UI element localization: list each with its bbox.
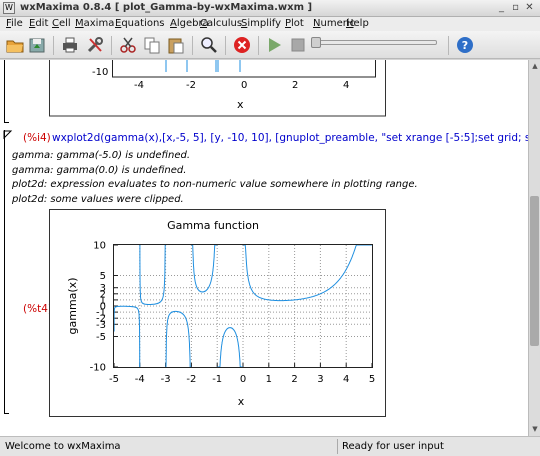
- x-tick-label: 1: [266, 374, 272, 385]
- prev-xtick: 4: [343, 80, 350, 91]
- animation-slider[interactable]: [311, 37, 437, 48]
- slider-thumb[interactable]: [311, 37, 321, 48]
- x-tick-label: -3: [161, 374, 171, 385]
- cut-icon[interactable]: [119, 36, 137, 54]
- toolbar-separator: [53, 36, 54, 55]
- output-label: (%t4): [23, 303, 52, 315]
- status-divider: [337, 439, 338, 454]
- save-icon[interactable]: [28, 36, 46, 54]
- prev-xlabel: x: [237, 98, 244, 111]
- x-tick-label: -1: [212, 374, 222, 385]
- open-icon[interactable]: [6, 36, 24, 54]
- menu-calculus[interactable]: Calculus: [200, 18, 242, 29]
- toolbar-separator: [111, 36, 112, 55]
- stop-icon[interactable]: [289, 36, 307, 54]
- help-icon[interactable]: ?: [456, 36, 474, 54]
- menu-edit[interactable]: Edit: [29, 18, 48, 29]
- toolbar: ?: [0, 31, 540, 59]
- menu-equations[interactable]: Equations: [115, 18, 165, 29]
- scrollbar-thumb[interactable]: [530, 196, 539, 346]
- output-message: gamma: gamma(-5.0) is undefined.: [12, 150, 191, 161]
- window-title: wxMaxima 0.8.4 [ plot_Gamma-by-wxMaxima.…: [20, 2, 313, 13]
- x-axis-label: x: [238, 395, 245, 408]
- previous-plot: [49, 60, 386, 117]
- svg-text:?: ?: [462, 39, 468, 52]
- play-icon[interactable]: [265, 36, 283, 54]
- y-tick-label: -3: [96, 320, 106, 331]
- menu-file[interactable]: File: [6, 18, 23, 29]
- cell-bracket-end: [4, 413, 9, 414]
- maximize-icon[interactable]: ▫: [509, 2, 522, 15]
- app-icon: W: [3, 2, 15, 14]
- menu-maxima[interactable]: Maxima: [75, 18, 114, 29]
- prev-xtick: -4: [134, 80, 144, 91]
- output-message: gamma: gamma(0.0) is undefined.: [12, 165, 187, 176]
- prev-xtick: 2: [292, 80, 299, 91]
- input-label: (%i4): [23, 132, 51, 144]
- scroll-up-icon[interactable]: ▲: [530, 61, 540, 71]
- toolbar-separator: [192, 36, 193, 55]
- x-tick-label: 2: [291, 374, 297, 385]
- menu-bar: File Edit Cell Maxima Equations Algebra Calcul…: [0, 17, 540, 31]
- y-tick-label: -5: [96, 332, 106, 343]
- cell-bracket[interactable]: [4, 130, 5, 413]
- toolbar-separator: [225, 36, 226, 55]
- output-message: plot2d: some values were clipped.: [12, 194, 184, 205]
- gamma-plot: Gamma function -5 -4 -3 -2 -1 0 1 2 3 4 51053210-1…: [49, 209, 386, 417]
- status-state: Ready for user input: [342, 441, 444, 452]
- close-icon[interactable]: ✕: [523, 2, 536, 15]
- copy-icon[interactable]: [143, 36, 161, 54]
- x-tick-label: 4: [343, 374, 349, 385]
- prev-xtick: 0: [241, 80, 248, 91]
- vertical-scrollbar[interactable]: ▲ ▼: [528, 60, 540, 436]
- x-tick-label: 3: [317, 374, 323, 385]
- output-message: plot2d: expression evaluates to non-nume…: [12, 179, 418, 190]
- interrupt-icon[interactable]: [233, 36, 251, 54]
- input-code[interactable]: wxplot2d(gamma(x),[x,-5, 5], [y, -10, 10…: [52, 132, 528, 144]
- x-tick-label: 0: [240, 374, 246, 385]
- scroll-down-icon[interactable]: ▼: [530, 424, 540, 434]
- status-bar: Welcome to wxMaxima Ready for user input: [0, 436, 540, 456]
- toolbar-separator: [258, 36, 259, 55]
- menu-simplify[interactable]: Simplify: [241, 18, 281, 29]
- menu-plot[interactable]: Plot: [285, 18, 304, 29]
- prev-xtick: -2: [186, 80, 196, 91]
- find-icon[interactable]: [200, 36, 218, 54]
- prev-ytick: -10: [92, 67, 109, 78]
- minimize-icon[interactable]: _: [495, 2, 508, 15]
- y-tick-label: 10: [93, 241, 106, 252]
- x-tick-label: 5: [369, 374, 375, 385]
- cell-bracket-end: [4, 122, 9, 123]
- chart-title: Gamma function: [167, 219, 259, 232]
- menu-cell[interactable]: Cell: [52, 18, 71, 29]
- toolbar-separator: [448, 36, 449, 55]
- x-tick-label: -2: [186, 374, 196, 385]
- x-tick-label: -4: [135, 374, 145, 385]
- y-tick-label: -10: [90, 363, 106, 374]
- paste-icon[interactable]: [167, 36, 185, 54]
- print-icon[interactable]: [61, 36, 79, 54]
- y-tick-label: 5: [100, 271, 106, 282]
- status-message: Welcome to wxMaxima: [5, 441, 121, 452]
- menu-help[interactable]: Help: [346, 18, 369, 29]
- y-axis-label: gamma(x): [66, 278, 79, 335]
- title-bar: W wxMaxima 0.8.4 [ plot_Gamma-by-wxMaxim…: [0, 0, 540, 17]
- x-tick-label: -5: [109, 374, 119, 385]
- preferences-icon[interactable]: [86, 36, 104, 54]
- worksheet[interactable]: -10 -4 -2 0 2 4 x (%i4) wxplot2d(gamma(x…: [0, 60, 528, 436]
